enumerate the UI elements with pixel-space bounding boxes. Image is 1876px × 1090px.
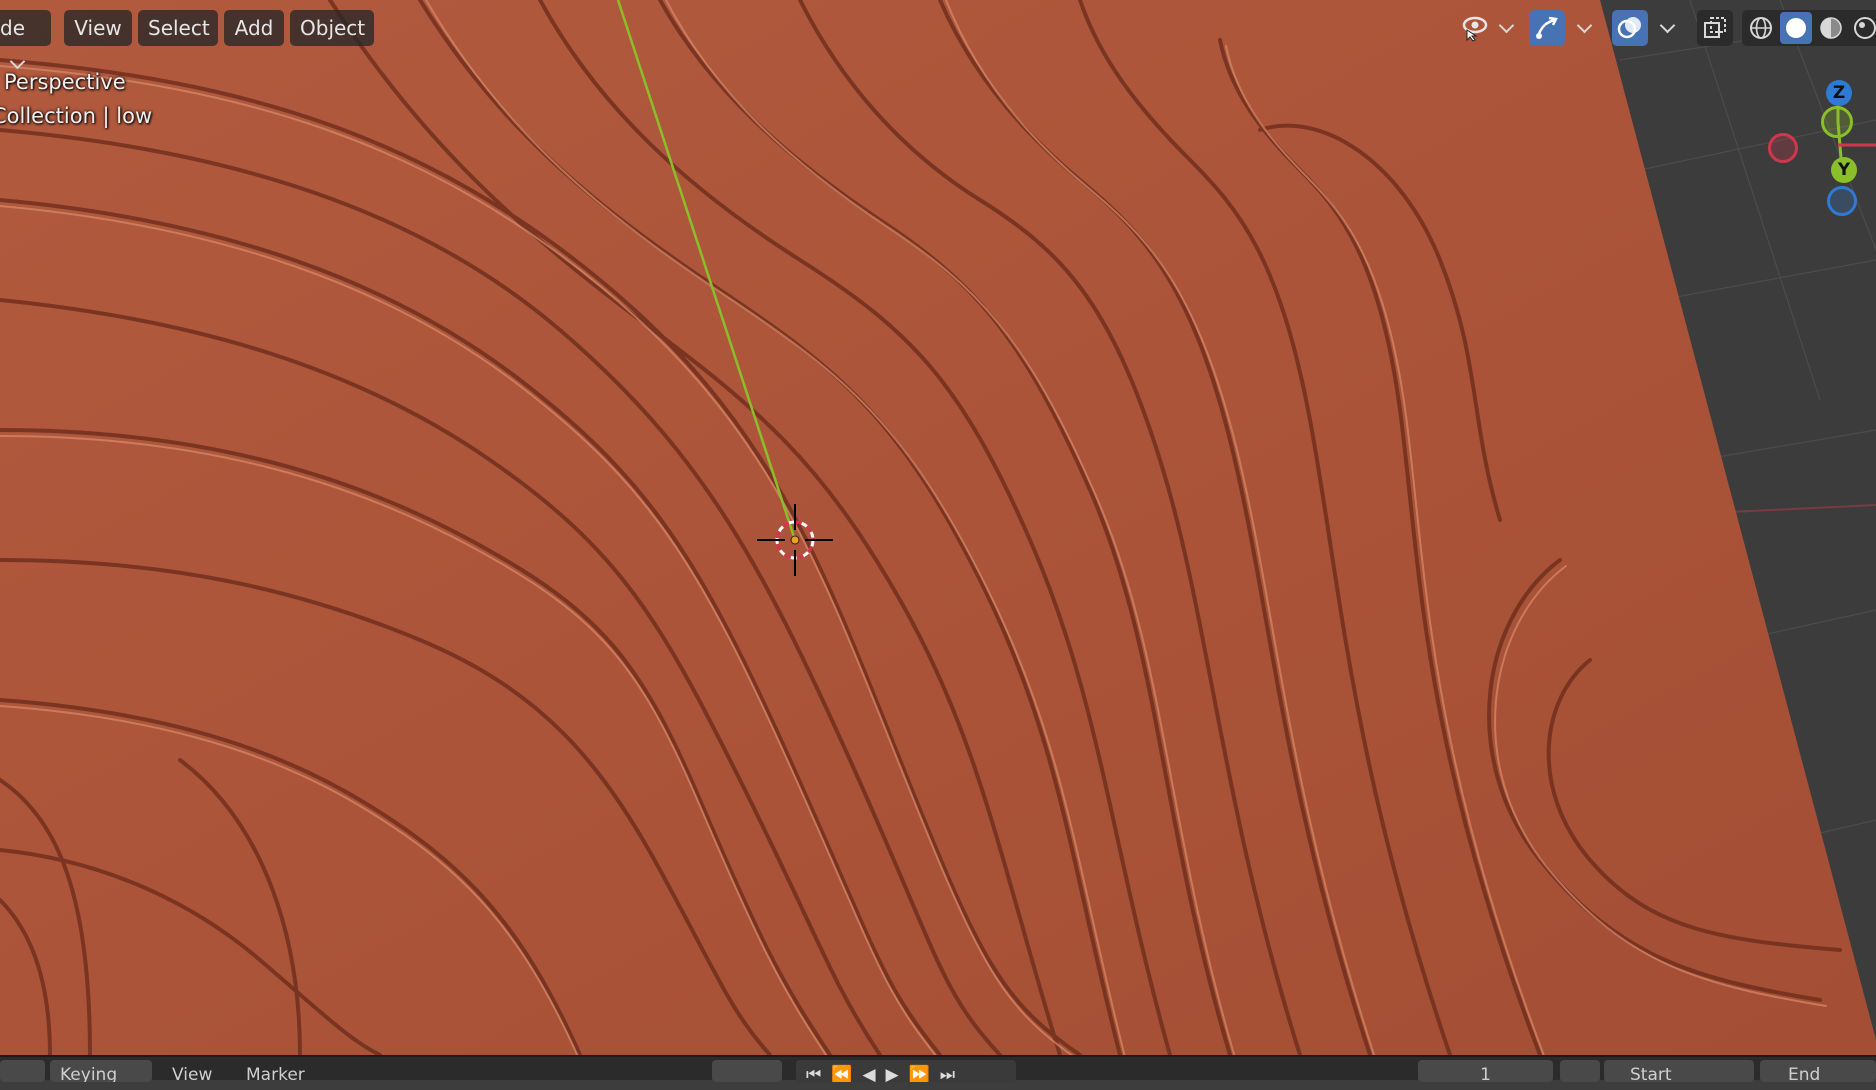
solid-shading-button[interactable] [1780, 12, 1812, 44]
collection-label: Collection | low [0, 104, 153, 128]
gizmo-x-negative-axis[interactable] [1768, 133, 1798, 163]
end-frame-field[interactable]: End [1760, 1060, 1876, 1082]
object-menu[interactable]: Object [290, 10, 374, 46]
visibility-selectability-button[interactable] [1460, 10, 1490, 46]
chevron-down-icon [1498, 17, 1514, 34]
sculpted-plane-scene[interactable] [0, 0, 1876, 1055]
material-sphere-icon [1820, 17, 1842, 39]
add-menu[interactable]: Add [224, 10, 284, 46]
overlays-icon [1617, 17, 1641, 39]
wireframe-icon [1750, 17, 1772, 39]
overlays-toggle-button[interactable] [1612, 10, 1648, 46]
eye-pointer-icon [1462, 16, 1488, 42]
xray-toggle-button[interactable] [1697, 10, 1733, 46]
start-frame-label: Start [1630, 1065, 1672, 1082]
shading-mode-group [1742, 10, 1876, 46]
mode-dropdown[interactable]: de [0, 10, 51, 70]
sculpted-plane [0, 0, 1876, 1055]
start-frame-field[interactable]: Start [1604, 1060, 1754, 1082]
auto-keying-toggle[interactable] [712, 1060, 782, 1082]
visibility-dropdown-chevron[interactable] [1492, 10, 1520, 46]
timeline-view-menu[interactable]: View [172, 1060, 212, 1090]
3d-viewport[interactable]: de View Select Add Object Perspective Co… [0, 0, 1876, 1055]
xray-icon [1704, 17, 1726, 38]
view-menu[interactable]: View [64, 10, 132, 46]
gizmo-z-axis[interactable]: Z [1826, 80, 1852, 106]
timeline-editor-type-button[interactable] [0, 1060, 45, 1082]
gizmo-y-axis[interactable]: Y [1831, 157, 1857, 183]
view-name-label: Perspective [4, 70, 126, 94]
gizmo-y-negative-axis[interactable] [1821, 106, 1853, 138]
rendered-sphere-icon [1854, 17, 1876, 39]
playback-controls[interactable]: ⏮⏪◀▶⏩⏭ [796, 1060, 1016, 1082]
timeline-marker-menu[interactable]: Marker [246, 1060, 305, 1090]
playback-icons: ⏮⏪◀▶⏩⏭ [806, 1065, 966, 1082]
gizmo-z-label: Z [1832, 83, 1846, 103]
gizmo-z-negative-axis[interactable] [1827, 186, 1857, 216]
chevron-down-icon [1659, 17, 1675, 34]
rendered-shading-button[interactable] [1850, 13, 1876, 43]
gizmo-icon [1536, 16, 1558, 39]
overlays-dropdown-chevron[interactable] [1653, 10, 1681, 46]
mode-dropdown-label: de [0, 16, 25, 40]
material-shading-button[interactable] [1816, 13, 1846, 43]
preview-range-toggle[interactable] [1560, 1060, 1600, 1082]
select-menu[interactable]: Select [138, 10, 218, 46]
end-frame-label: End [1788, 1065, 1821, 1082]
keying-menu[interactable]: Keying [50, 1060, 152, 1082]
timeline-header: Keying View Marker ⏮⏪◀▶⏩⏭ 1 Start End [0, 1055, 1876, 1085]
viewport-header: de View Select Add Object [0, 0, 1876, 70]
current-frame-value: 1 [1480, 1065, 1491, 1082]
keying-menu-label: Keying [60, 1065, 118, 1082]
chevron-down-icon [9, 53, 26, 70]
current-frame-field[interactable]: 1 [1418, 1060, 1553, 1082]
solid-sphere-icon [1786, 18, 1806, 38]
gizmo-dropdown-chevron[interactable] [1570, 10, 1598, 46]
gizmo-y-label: Y [1837, 160, 1851, 180]
wireframe-shading-button[interactable] [1746, 13, 1776, 43]
gizmo-toggle-button[interactable] [1529, 10, 1565, 46]
chevron-down-icon [1576, 17, 1592, 34]
